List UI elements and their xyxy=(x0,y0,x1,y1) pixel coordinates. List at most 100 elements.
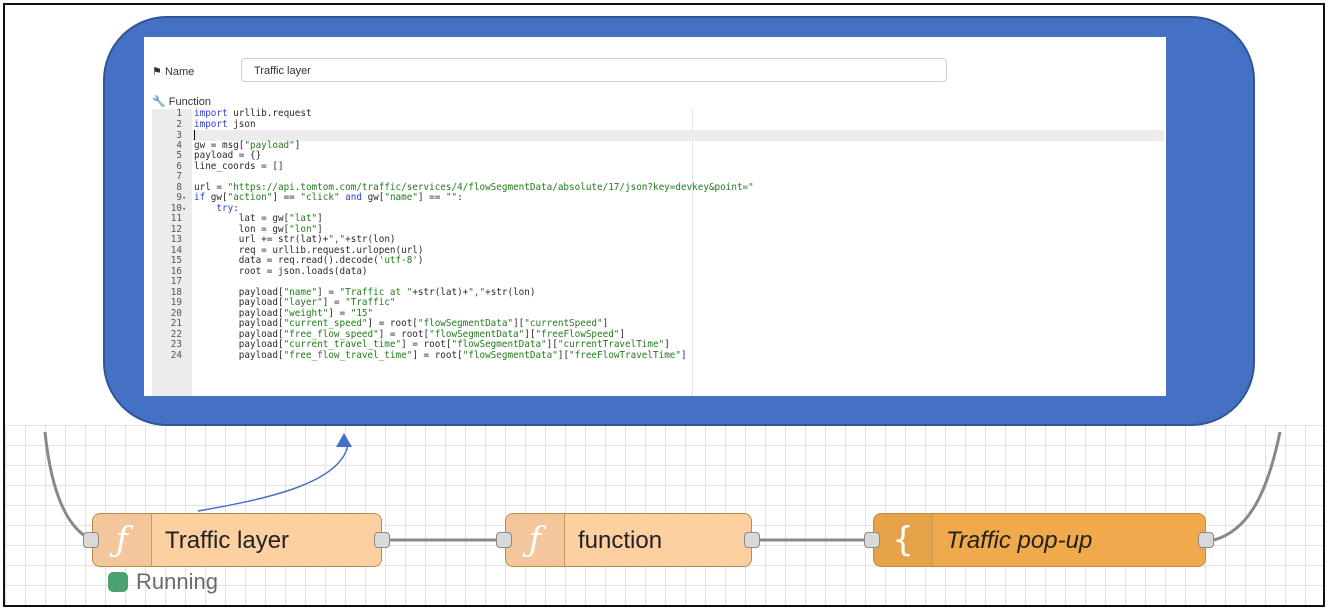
code-token: "current_travel_time" xyxy=(283,339,402,350)
code-token: "lon" xyxy=(289,223,318,235)
code-token: lat = gw[ xyxy=(194,213,290,224)
flow-node-function[interactable]: ƒ function xyxy=(505,513,752,567)
node-label: Traffic pop-up xyxy=(946,527,1093,554)
code-token: "free_flow_travel_time" xyxy=(283,349,413,361)
code-token: payload[ xyxy=(194,318,284,329)
code-token: url += str(lat)+ xyxy=(194,234,329,245)
code-token: "current_speed" xyxy=(283,318,368,329)
code-token: url = xyxy=(194,181,228,193)
code-token: gw[ xyxy=(361,192,385,203)
code-text: root = json.loads(data) xyxy=(190,265,368,278)
code-token: ] xyxy=(317,213,323,224)
code-token: ][ xyxy=(546,339,558,350)
code-token: ] = xyxy=(328,307,351,319)
fold-arrow-icon[interactable]: ▾ xyxy=(182,204,190,215)
code-token: "weight" xyxy=(283,307,329,319)
code-token: payload[ xyxy=(194,339,284,350)
code-line[interactable]: 9▾ if gw["action"] == "click" and gw["nam… xyxy=(152,192,1164,204)
code-token: import xyxy=(194,118,228,130)
code-token: "flowSegmentData" xyxy=(451,339,547,350)
code-token: json xyxy=(227,118,256,130)
wrench-icon: 🔧 xyxy=(152,96,166,108)
function-field-label: 🔧 Function xyxy=(152,96,211,108)
code-token: ] xyxy=(294,139,301,151)
output-port[interactable] xyxy=(1198,532,1214,548)
code-line[interactable]: 16 root = json.loads(data) xyxy=(152,265,1164,278)
flow-node-traffic-popup[interactable]: {Traffic pop-up xyxy=(873,513,1206,567)
line-number: 21 xyxy=(170,318,182,329)
status-dot-icon xyxy=(108,572,128,592)
code-token: line_coords = [] xyxy=(194,160,284,172)
line-number: 13 xyxy=(170,234,182,245)
output-port[interactable] xyxy=(744,532,760,548)
code-token: "click" xyxy=(300,192,340,203)
code-token: "name" xyxy=(384,192,418,203)
code-token: root = json.loads(data) xyxy=(194,265,368,277)
code-text: payload["free_flow_travel_time"] = root[… xyxy=(190,349,687,362)
function-icon: ƒ xyxy=(506,514,565,566)
line-number: 24 xyxy=(170,349,182,361)
line-number: 5 xyxy=(176,150,182,161)
code-token: ] xyxy=(664,339,670,350)
code-token: ] xyxy=(619,328,626,340)
code-line[interactable]: 1 import urllib.request xyxy=(152,108,1164,120)
node-status: Running xyxy=(108,569,218,594)
line-number: 19 xyxy=(170,297,182,308)
line-number: 2 xyxy=(176,118,182,130)
input-port[interactable] xyxy=(83,532,99,548)
function-icon: ƒ xyxy=(93,514,152,566)
code-token: "freeFlowSpeed" xyxy=(535,328,620,340)
code-line[interactable]: 2 import json xyxy=(152,118,1164,131)
code-line[interactable]: 6 line_coords = [] xyxy=(152,160,1164,173)
code-token: "https://api.tomtom.com/traffic/services… xyxy=(227,181,754,193)
code-token: gw[ xyxy=(205,192,228,203)
code-token: "currentSpeed" xyxy=(524,318,603,329)
code-token: "flowSegmentData" xyxy=(417,318,514,329)
code-token: ] = root[ xyxy=(401,339,452,350)
node-label: Traffic layer xyxy=(165,527,290,554)
code-token: "," xyxy=(328,234,346,245)
code-token: payload[ xyxy=(194,307,284,319)
code-line[interactable]: 24 payload["free_flow_travel_time"] = ro… xyxy=(152,349,1164,362)
code-token: ] xyxy=(317,223,323,235)
line-number: 9 xyxy=(176,192,182,203)
code-token: payload[ xyxy=(194,286,284,298)
function-edit-panel: ⚑ Name Traffic layer 🔧 Function 1 import … xyxy=(144,37,1166,396)
code-token: "freeFlowTravelTime" xyxy=(569,349,681,361)
code-token: "flowSegmentData" xyxy=(429,328,525,340)
code-text: line_coords = [] xyxy=(190,160,284,173)
code-token: ] = root[ xyxy=(367,318,418,329)
code-token: lon = gw[ xyxy=(194,223,290,235)
line-number: 7 xyxy=(176,171,182,182)
code-text: import json xyxy=(190,118,256,131)
code-token: ] = root[ xyxy=(378,328,430,340)
name-input[interactable]: Traffic layer xyxy=(241,58,947,82)
output-port[interactable] xyxy=(374,532,390,548)
code-token: and xyxy=(345,192,362,203)
code-line[interactable]: 3 xyxy=(152,130,1164,141)
line-number: 23 xyxy=(170,339,182,350)
code-line[interactable]: 5 payload = {} xyxy=(152,150,1164,162)
status-text: Running xyxy=(136,569,218,594)
code-line[interactable]: 4 gw = msg["payload"] xyxy=(152,139,1164,152)
tag-icon: ⚑ xyxy=(152,66,162,78)
input-port[interactable] xyxy=(864,532,880,548)
code-token: payload[ xyxy=(194,349,284,361)
code-token: ] = xyxy=(317,286,340,298)
code-token: +str(lat)+ xyxy=(412,286,469,298)
code-token: "name" xyxy=(283,286,318,298)
code-token: "currentTravelTime" xyxy=(557,339,665,350)
code-token: ] = xyxy=(322,297,346,308)
code-editor[interactable]: 1 import urllib.request 2 import json 3 4 gw =… xyxy=(152,108,1164,396)
code-token: data = req.read().decode( xyxy=(194,255,379,266)
code-token: payload[ xyxy=(194,297,284,308)
code-token: ][ xyxy=(513,318,525,329)
code-token: ] xyxy=(681,349,687,361)
fold-arrow-icon[interactable]: ▾ xyxy=(182,193,190,204)
code-token: ] = root[ xyxy=(412,349,463,361)
code-token: ][ xyxy=(557,349,570,361)
input-port[interactable] xyxy=(496,532,512,548)
code-token: req = urllib.request.urlopen(url) xyxy=(194,244,424,256)
flow-node-traffic-layer[interactable]: ƒ Traffic layer xyxy=(92,513,382,567)
